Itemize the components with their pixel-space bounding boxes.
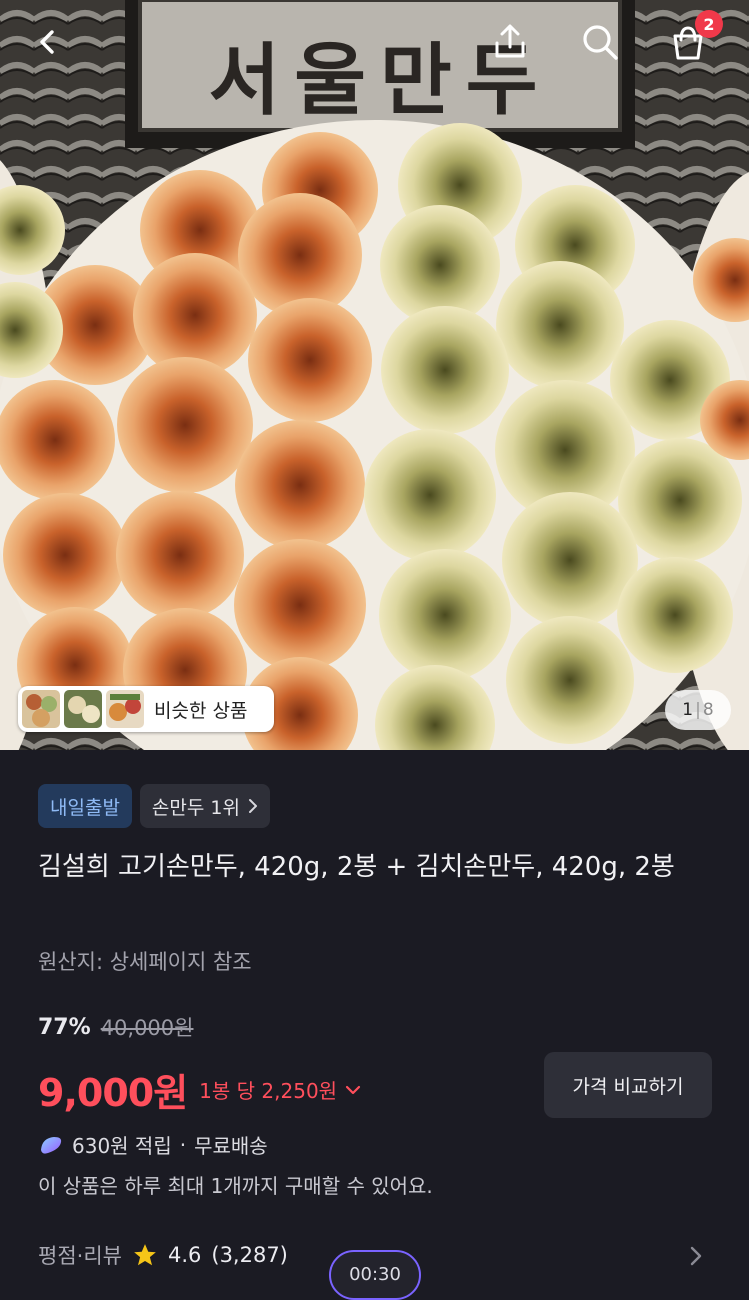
original-price: 40,000원 xyxy=(100,1016,194,1040)
timer-badge[interactable]: 00:30 xyxy=(329,1250,421,1300)
price-row: 9,000원 1봉 당 2,250원 xyxy=(38,1062,361,1117)
search-button[interactable] xyxy=(576,18,624,66)
origin-info: 원산지: 상세페이지 참조 xyxy=(38,950,252,974)
share-icon xyxy=(495,24,525,58)
cart-count-badge: 2 xyxy=(695,10,723,38)
shipping-info: 무료배송 xyxy=(194,1134,268,1158)
similar-thumbnail xyxy=(22,690,60,728)
reward-separator: · xyxy=(179,1132,187,1157)
reward-icon xyxy=(41,1136,62,1154)
product-image-carousel[interactable]: 서울만두 2 비슷한 상품 1 | 8 xyxy=(0,0,749,750)
purchase-limit-notice: 이 상품은 하루 최대 1개까지 구매할 수 있어요. xyxy=(38,1174,433,1198)
delivery-tag: 내일출발 xyxy=(38,784,132,828)
product-title: 김설희 고기손만두, 420g, 2봉 + 김치손만두, 420g, 2봉 xyxy=(38,852,675,882)
discount-rate: 77% xyxy=(38,1014,91,1040)
review-count: (3,287) xyxy=(211,1243,288,1267)
star-icon xyxy=(134,1244,156,1266)
similar-thumbnails xyxy=(22,690,144,728)
top-bar: 2 xyxy=(0,0,749,90)
search-icon xyxy=(583,25,618,60)
reward-shipping-row: 630원 적립 · 무료배송 xyxy=(38,1130,268,1159)
back-button[interactable] xyxy=(24,18,72,66)
chevron-right-icon[interactable] xyxy=(688,1244,704,1268)
chevron-down-icon xyxy=(345,1085,361,1094)
similar-products-button[interactable]: 비슷한 상품 xyxy=(18,686,274,732)
product-tags: 내일출발 손만두 1위 xyxy=(38,784,270,828)
discount-row: 77% 40,000원 xyxy=(38,1012,193,1042)
similar-thumbnail xyxy=(64,690,102,728)
share-button[interactable] xyxy=(486,18,534,66)
similar-thumbnail xyxy=(106,690,144,728)
product-info: 내일출발 손만두 1위 김설희 고기손만두, 420g, 2봉 + 김치손만두,… xyxy=(0,750,749,1300)
pager-separator: | xyxy=(695,700,701,720)
similar-products-label: 비슷한 상품 xyxy=(154,699,248,722)
unit-price-label: 1봉 당 2,250원 xyxy=(199,1079,338,1103)
price-compare-button[interactable]: 가격 비교하기 xyxy=(544,1052,712,1118)
pager-current: 1 xyxy=(682,700,694,720)
image-pager: 1 | 8 xyxy=(665,690,731,730)
sale-price: 9,000원 xyxy=(38,1071,188,1115)
chevron-right-icon xyxy=(248,799,257,813)
review-row[interactable]: 평점·리뷰 4.6 (3,287) xyxy=(38,1240,288,1270)
review-label: 평점·리뷰 xyxy=(38,1244,122,1268)
pager-total: 8 xyxy=(702,700,714,720)
ranking-tag-label: 손만두 1위 xyxy=(151,796,240,819)
reward-points: 630원 적립 xyxy=(72,1134,172,1158)
rating-value: 4.6 xyxy=(167,1243,202,1267)
unit-price-dropdown[interactable]: 1봉 당 2,250원 xyxy=(199,1075,361,1104)
chevron-left-icon xyxy=(40,30,54,54)
ranking-tag[interactable]: 손만두 1위 xyxy=(139,784,270,828)
